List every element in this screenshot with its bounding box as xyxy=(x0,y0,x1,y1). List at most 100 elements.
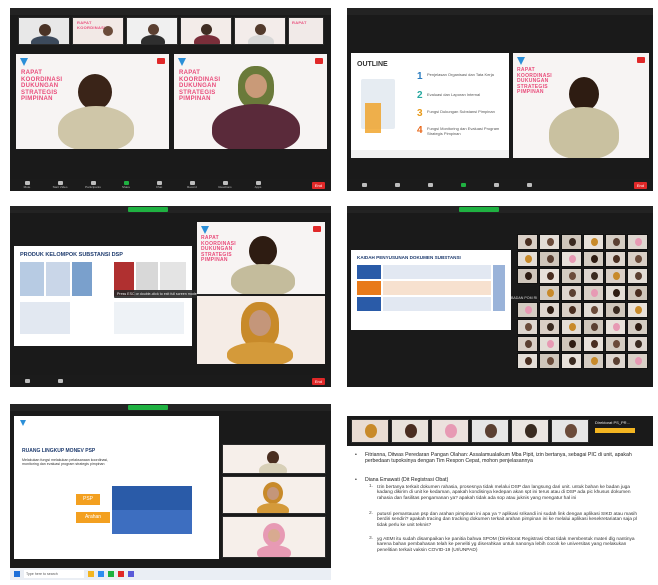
gallery-tile[interactable] xyxy=(561,268,582,284)
gallery-tile[interactable] xyxy=(517,302,538,318)
taskbar-app-icon[interactable] xyxy=(108,571,114,577)
gallery-tile[interactable] xyxy=(517,234,538,250)
gallery-tile[interactable] xyxy=(539,268,560,284)
gallery-tile[interactable] xyxy=(539,319,560,335)
gallery-tile[interactable] xyxy=(605,336,626,352)
participant-head xyxy=(635,323,642,331)
gallery-tile[interactable] xyxy=(583,302,604,318)
gallery-tile[interactable] xyxy=(627,285,648,301)
gallery-tile[interactable] xyxy=(605,285,626,301)
reactions-button[interactable]: Reactions xyxy=(214,181,236,189)
gallery-tile[interactable] xyxy=(539,302,560,318)
mute-button[interactable] xyxy=(16,379,38,383)
gallery-tile[interactable] xyxy=(561,285,582,301)
end-button[interactable]: End xyxy=(633,181,647,189)
gallery-tile[interactable] xyxy=(627,353,648,369)
gallery-tile[interactable] xyxy=(605,353,626,369)
speaker-video[interactable]: RAPAT KOORDINASI DUKUNGAN STRATEGIS PIMP… xyxy=(513,53,649,158)
participant-thumbnail[interactable] xyxy=(391,419,429,443)
taskbar-app-icon[interactable] xyxy=(98,571,104,577)
qa-question: Fitrianna, Ditwas Peredaran Pangan Olaha… xyxy=(365,452,632,465)
participant-thumbnail[interactable] xyxy=(471,419,509,443)
taskbar-app-icon[interactable] xyxy=(88,571,94,577)
record-button[interactable] xyxy=(518,183,540,187)
gallery-tile[interactable] xyxy=(539,353,560,369)
share-button[interactable]: Share xyxy=(115,181,137,189)
gallery-tile[interactable] xyxy=(517,268,538,284)
mute-button[interactable]: Mute xyxy=(16,181,38,189)
video-button[interactable]: Start Video xyxy=(49,181,71,189)
gallery-tile[interactable] xyxy=(605,251,626,267)
gallery-tile[interactable] xyxy=(605,234,626,250)
speaker-video-right[interactable]: RAPAT KOORDINASI DUKUNGAN STRATEGIS PIMP… xyxy=(174,54,327,149)
apps-button[interactable]: Apps xyxy=(247,181,269,189)
gallery-tile[interactable] xyxy=(627,302,648,318)
participants-button[interactable]: Participants xyxy=(82,181,104,189)
gallery-tile[interactable] xyxy=(561,251,582,267)
participant-thumbnail[interactable] xyxy=(126,17,178,45)
gallery-tile[interactable] xyxy=(517,319,538,335)
outline-number: 2 xyxy=(417,90,423,101)
participant-thumbnail[interactable] xyxy=(18,17,70,45)
participant-thumbnail[interactable]: RAPAT KOORDINASI xyxy=(72,17,124,45)
gallery-tile[interactable] xyxy=(561,234,582,250)
gallery-tile[interactable] xyxy=(627,336,648,352)
end-button[interactable]: End xyxy=(311,181,325,189)
gallery-tile[interactable] xyxy=(605,302,626,318)
speaker-name: Direktorat PS_PR... xyxy=(595,420,630,425)
gallery-tile[interactable] xyxy=(539,251,560,267)
gallery-tile[interactable] xyxy=(605,268,626,284)
participant-thumbnail[interactable] xyxy=(351,419,389,443)
gallery-tile[interactable] xyxy=(539,234,560,250)
participant-head xyxy=(547,340,554,348)
gallery-tile[interactable] xyxy=(605,319,626,335)
share-button[interactable] xyxy=(452,183,474,187)
gallery-tile[interactable] xyxy=(627,234,648,250)
participant-video[interactable] xyxy=(222,516,326,558)
gallery-tile[interactable] xyxy=(627,319,648,335)
taskbar-search-box[interactable]: Type here to search xyxy=(24,570,84,578)
participant-thumbnail[interactable] xyxy=(234,17,286,45)
chat-button[interactable]: Chat xyxy=(148,181,170,189)
participant-thumbnail[interactable] xyxy=(511,419,549,443)
gallery-tile[interactable] xyxy=(561,353,582,369)
video-button[interactable] xyxy=(49,379,71,383)
gallery-tile[interactable] xyxy=(583,268,604,284)
speaker-video[interactable] xyxy=(197,296,325,364)
gallery-tile[interactable] xyxy=(539,336,560,352)
taskbar-app-icon[interactable] xyxy=(128,571,134,577)
gallery-tile[interactable] xyxy=(583,251,604,267)
gallery-tile[interactable] xyxy=(561,319,582,335)
participant-head xyxy=(525,357,532,365)
participant-video[interactable] xyxy=(222,444,326,474)
gallery-tile[interactable] xyxy=(583,285,604,301)
gallery-tile[interactable] xyxy=(583,319,604,335)
record-button[interactable]: Record xyxy=(181,181,203,189)
gallery-tile[interactable] xyxy=(583,336,604,352)
end-button[interactable]: End xyxy=(311,377,325,385)
gallery-tile[interactable] xyxy=(561,336,582,352)
video-button[interactable] xyxy=(386,183,408,187)
gallery-tile[interactable] xyxy=(583,353,604,369)
mute-button[interactable] xyxy=(353,183,375,187)
gallery-tile[interactable] xyxy=(517,353,538,369)
participant-thumbnail[interactable] xyxy=(551,419,589,443)
speaker-video[interactable]: RAPAT KOORDINASI DUKUNGAN STRATEGIS PIMP… xyxy=(197,222,325,294)
gallery-tile[interactable] xyxy=(583,234,604,250)
speaker-video-left[interactable]: RAPAT KOORDINASI DUKUNGAN STRATEGIS PIMP… xyxy=(16,54,169,149)
participant-thumbnail[interactable]: RAPAT xyxy=(288,17,324,45)
gallery-tile[interactable] xyxy=(517,336,538,352)
gallery-tile[interactable] xyxy=(627,268,648,284)
gallery-tile[interactable] xyxy=(561,302,582,318)
participant-video[interactable] xyxy=(222,476,326,514)
participant-thumbnail[interactable] xyxy=(431,419,469,443)
gallery-tile[interactable] xyxy=(517,251,538,267)
gallery-tile[interactable] xyxy=(539,285,560,301)
windows-start-icon[interactable] xyxy=(14,571,20,577)
participants-button[interactable] xyxy=(419,183,441,187)
participant-thumbnail[interactable] xyxy=(180,17,232,45)
chat-button[interactable] xyxy=(485,183,507,187)
gallery-tile[interactable] xyxy=(627,251,648,267)
taskbar-app-icon[interactable] xyxy=(118,571,124,577)
participant-head xyxy=(613,238,620,246)
